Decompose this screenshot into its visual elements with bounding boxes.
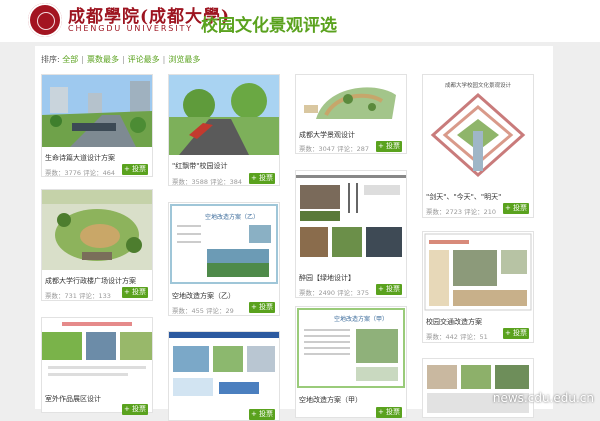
card-stats: 票数：455 评论：29 [172, 305, 234, 315]
vote-button[interactable]: + 投票 [503, 203, 529, 214]
card-title[interactable]: 成都大学景观设计 [299, 130, 355, 140]
design-card[interactable]: 空地改造方案（乙） 空地改造方案（乙） 票数：455 评论：29 + 投票 [168, 202, 280, 316]
university-seal-icon[interactable] [28, 3, 62, 37]
site-watermark: news.cdu.edu.cn [492, 391, 594, 405]
vote-count: 票数：731 [45, 292, 77, 300]
card-thumbnail[interactable] [42, 318, 152, 388]
traffic-plan-thumbnail [423, 232, 533, 312]
sort-separator: | [81, 55, 84, 64]
red-ribbon-thumbnail [169, 75, 279, 155]
card-thumbnail[interactable]: 空地改造方案（甲） [296, 307, 406, 389]
vote-button[interactable]: + 投票 [376, 284, 402, 295]
card-stats: 票数：2490 评论：375 [299, 287, 369, 297]
sort-label: 排序: [41, 55, 60, 64]
card-stats: 票数：731 评论：133 [45, 290, 111, 300]
exhibit-area-thumbnail [42, 318, 152, 388]
campus-road-thumbnail [42, 75, 152, 147]
card-thumbnail[interactable] [423, 232, 533, 312]
sort-bar: 排序: 全部 | 票数最多 | 评论最多 | 浏览最多 [41, 54, 200, 65]
design-card[interactable]: 室外作品展区设计 + 投票 [41, 317, 153, 415]
design-card[interactable]: 空地改造方案（甲） 空地改造方案（甲） + 投票 [295, 306, 407, 418]
card-title[interactable]: 室外作品展区设计 [45, 394, 101, 404]
design-card[interactable]: 生命诗篇大道设计方案 票数：3776 评论：464 + 投票 [41, 74, 153, 177]
vote-count: 票数：2723 [426, 208, 463, 216]
comment-count: 评论：384 [210, 178, 243, 186]
page-title: 校园文化景观评选 [201, 16, 337, 36]
card-title[interactable]: 空地改造方案（乙） [172, 291, 235, 301]
university-name-en: CHENGDU UNIVERSITY [68, 24, 194, 33]
sort-separator: | [121, 55, 125, 64]
card-thumbnail[interactable] [42, 190, 152, 270]
card-title[interactable]: 生命诗篇大道设计方案 [45, 153, 115, 163]
card-stats: 票数：442 评论：51 [426, 331, 488, 341]
comment-count: 评论：51 [460, 333, 488, 341]
comment-count: 评论：29 [206, 307, 234, 315]
card-thumbnail[interactable] [296, 75, 406, 125]
vote-count: 票数：2490 [299, 289, 336, 297]
card-stats: 票数：3047 评论：287 [299, 143, 369, 153]
card-title[interactable]: "剑天"、"今天"、"明天" [426, 192, 501, 202]
vote-count: 票数：3776 [45, 169, 82, 177]
sort-option-all[interactable]: 全部 [62, 55, 78, 64]
card-stats: 票数：2723 评论：210 [426, 206, 496, 216]
vote-button[interactable]: + 投票 [122, 287, 148, 298]
card-thumbnail[interactable] [169, 75, 279, 155]
content-panel: 排序: 全部 | 票数最多 | 评论最多 | 浏览最多 生命诗篇大道设计方案 票数：3776… [35, 46, 553, 421]
comment-count: 评论：287 [337, 145, 370, 153]
slide-title: 空地改造方案（甲） [334, 315, 388, 323]
card-title[interactable]: 成都大学行政楼广场设计方案 [45, 276, 136, 286]
design-board-thumbnail [169, 332, 279, 402]
sort-option-most-views[interactable]: 浏览最多 [168, 55, 200, 64]
vote-button[interactable]: + 投票 [503, 328, 529, 339]
design-card[interactable]: 成都大学景观设计 票数：3047 评论：287 + 投票 [295, 74, 407, 154]
vote-count: 票数：3047 [299, 145, 336, 153]
vote-button[interactable]: + 投票 [249, 409, 275, 420]
card-title[interactable]: "红飘带"校园设计 [172, 161, 227, 171]
design-card[interactable] [422, 358, 534, 418]
card-thumbnail[interactable] [296, 171, 406, 267]
slide-plan-a-thumbnail: 空地改造方案（甲） [296, 307, 406, 389]
slide-plan-b-thumbnail: 空地改造方案（乙） [169, 203, 279, 285]
design-card[interactable]: "红飘带"校园设计 票数：3588 评论：384 + 投票 [168, 74, 280, 186]
card-thumbnail[interactable] [423, 359, 533, 417]
today-tomorrow-thumbnail: 成都大学校园文化景观设计 [423, 75, 533, 187]
design-card[interactable]: 醉园【绿地设计】 票数：2490 评论：375 + 投票 [295, 170, 407, 298]
design-card[interactable]: 成都大学行政楼广场设计方案 票数：731 评论：133 + 投票 [41, 189, 153, 301]
card-stats: 票数：3588 评论：384 [172, 176, 242, 186]
comment-count: 评论：210 [464, 208, 497, 216]
landscape-plan-thumbnail [296, 75, 406, 125]
design-card[interactable]: 校园交通改造方案 票数：442 评论：51 + 投票 [422, 231, 534, 343]
comment-count: 评论：464 [83, 169, 116, 177]
vote-count: 票数：442 [426, 333, 458, 341]
slide-title: 空地改造方案（乙） [205, 213, 259, 221]
comment-count: 评论：133 [79, 292, 111, 300]
card-title[interactable]: 空地改造方案（甲） [299, 395, 362, 405]
sort-option-most-comments[interactable]: 评论最多 [128, 55, 160, 64]
card-thumbnail[interactable] [169, 332, 279, 402]
card-thumbnail[interactable]: 空地改造方案（乙） [169, 203, 279, 285]
card-title[interactable]: 校园交通改造方案 [426, 317, 482, 327]
card-stats: 票数：3776 评论：464 [45, 167, 115, 177]
vote-button[interactable]: + 投票 [122, 404, 148, 415]
vote-button[interactable]: + 投票 [122, 164, 148, 175]
plaza-design-thumbnail [42, 190, 152, 270]
vote-button[interactable]: + 投票 [376, 141, 402, 152]
vote-button[interactable]: + 投票 [249, 302, 275, 313]
vote-count: 票数：455 [172, 307, 204, 315]
comment-count: 评论：375 [337, 289, 370, 297]
page-header: 成都學院(成都大學) CHENGDU UNIVERSITY 校园文化景观评选 [0, 0, 600, 42]
vote-count: 票数：3588 [172, 178, 209, 186]
sort-separator: | [162, 55, 166, 64]
site-layout-thumbnail [423, 359, 533, 417]
vote-button[interactable]: + 投票 [249, 173, 275, 184]
sort-option-most-votes[interactable]: 票数最多 [87, 55, 119, 64]
card-title[interactable]: 醉园【绿地设计】 [299, 273, 355, 283]
green-space-thumbnail [296, 171, 406, 267]
design-card[interactable]: 成都大学校园文化景观设计 "剑天"、"今天"、"明天" 票数：2723 评论：2… [422, 74, 534, 218]
card-thumbnail[interactable]: 成都大学校园文化景观设计 [423, 75, 533, 187]
design-card[interactable]: + 投票 [168, 331, 280, 421]
card-thumbnail[interactable] [42, 75, 152, 147]
slide-title: 成都大学校园文化景观设计 [445, 81, 512, 89]
